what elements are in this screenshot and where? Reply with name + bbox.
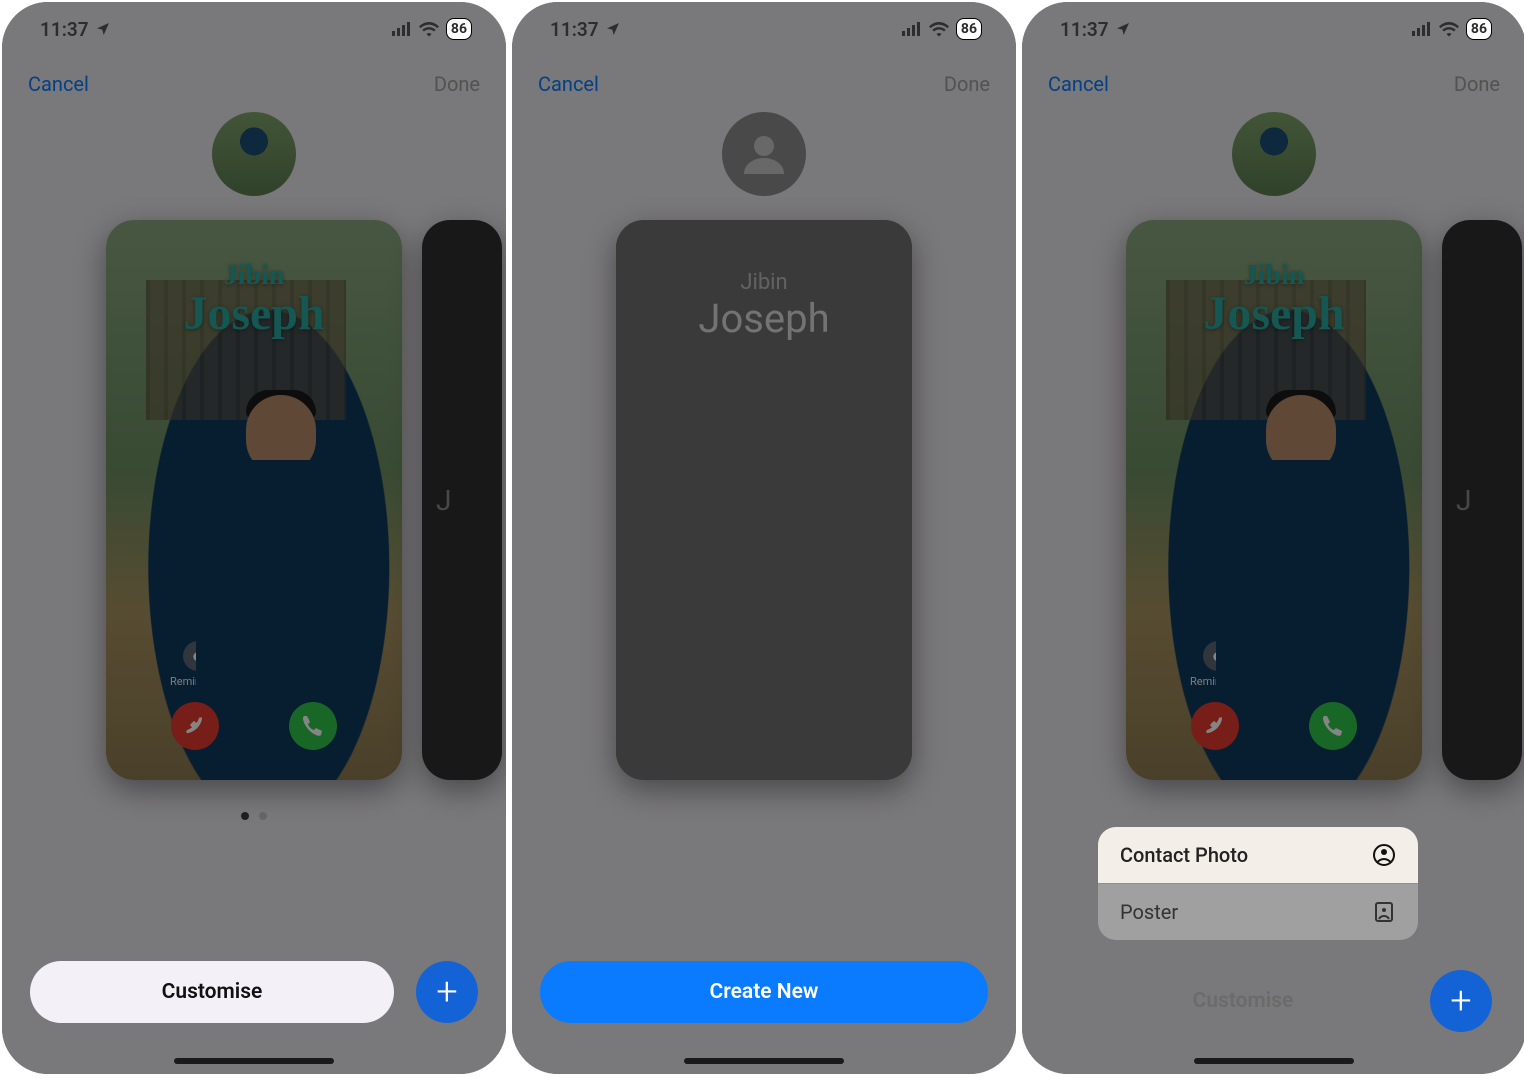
poster-photo-bg: Jibin Joseph Remind Me Message	[106, 220, 402, 780]
battery-indicator: 86	[956, 18, 982, 40]
call-options-row: Remind Me Message	[1126, 641, 1422, 688]
phone-screen-1: 11:37 86 Cancel Done	[2, 2, 506, 1074]
poster-carousel[interactable]: Jibin Joseph	[512, 220, 1016, 800]
home-indicator[interactable]	[684, 1058, 844, 1064]
create-new-button[interactable]: Create New	[540, 961, 988, 1023]
poster-card-next[interactable]: J	[422, 220, 502, 780]
add-button[interactable]: +	[416, 961, 478, 1023]
decline-call-button[interactable]	[1191, 702, 1239, 750]
status-bar: 11:37 86	[1022, 2, 1524, 56]
poster-card-next[interactable]: J	[1442, 220, 1522, 780]
done-button[interactable]: Done	[434, 72, 480, 96]
contact-last-name: Joseph	[106, 286, 402, 341]
page-dot	[241, 812, 249, 820]
cellular-signal-icon	[1412, 22, 1432, 36]
message-icon	[1321, 641, 1351, 671]
plus-icon: +	[1450, 979, 1471, 1023]
decline-call-button[interactable]	[171, 702, 219, 750]
cellular-signal-icon	[902, 22, 922, 36]
person-circle-icon	[1372, 843, 1396, 867]
status-time: 11:37	[1060, 18, 1109, 41]
page-dot	[259, 812, 267, 820]
poster-carousel[interactable]: Jibin Joseph Remind Me Message	[1022, 220, 1524, 800]
poster-carousel[interactable]: Jibin Joseph Remind Me Message	[2, 220, 506, 800]
contact-last-name: Joseph	[1126, 286, 1422, 341]
poster-icon	[1372, 900, 1396, 924]
battery-indicator: 86	[446, 18, 472, 40]
cancel-button[interactable]: Cancel	[28, 72, 89, 96]
done-button[interactable]: Done	[1454, 72, 1500, 96]
call-buttons-row	[106, 702, 402, 750]
accept-call-button[interactable]	[289, 702, 337, 750]
location-icon	[95, 21, 111, 37]
home-indicator[interactable]	[1194, 1058, 1354, 1064]
phone-screen-3: 11:37 86 Cancel Done	[1022, 2, 1524, 1074]
location-icon	[605, 21, 621, 37]
wifi-icon	[1439, 21, 1459, 37]
done-button[interactable]: Done	[944, 72, 990, 96]
contact-avatar[interactable]	[1232, 112, 1316, 196]
cancel-button[interactable]: Cancel	[1048, 72, 1109, 96]
status-bar: 11:37 86	[512, 2, 1016, 56]
call-buttons-row	[1126, 702, 1422, 750]
avatar-photo	[212, 112, 296, 196]
message-action[interactable]: Message	[1313, 641, 1358, 688]
location-icon	[1115, 21, 1131, 37]
nav-bar: Cancel Done	[512, 56, 1016, 112]
status-time: 11:37	[550, 18, 599, 41]
customise-button[interactable]: Customise	[30, 961, 394, 1023]
phone-screen-2: 11:37 86 Cancel Done Jibin Joseph	[512, 2, 1016, 1074]
remind-me-action[interactable]: Remind Me	[170, 641, 225, 688]
bottom-action-bar: Create New	[512, 952, 1016, 1032]
message-icon	[301, 641, 331, 671]
poster-name: Jibin Joseph	[1126, 260, 1422, 341]
page-indicator	[2, 812, 506, 820]
status-time: 11:37	[40, 18, 89, 41]
contact-last-name: Joseph	[698, 295, 829, 342]
bottom-action-bar: Customise +	[1022, 970, 1524, 1032]
battery-indicator: 86	[1466, 18, 1492, 40]
wifi-icon	[929, 21, 949, 37]
nav-bar: Cancel Done	[2, 56, 506, 112]
accept-call-button[interactable]	[1309, 702, 1357, 750]
option-contact-photo[interactable]: Contact Photo	[1098, 827, 1418, 883]
message-action[interactable]: Message	[293, 641, 338, 688]
alarm-icon	[1203, 641, 1233, 671]
alarm-icon	[183, 641, 213, 671]
status-bar: 11:37 86	[2, 2, 506, 56]
home-indicator[interactable]	[174, 1058, 334, 1064]
contact-first-name: Jibin	[740, 270, 787, 295]
person-icon	[740, 130, 788, 178]
plus-icon: +	[436, 970, 457, 1014]
option-poster[interactable]: Poster	[1098, 883, 1418, 940]
customise-label: Customise	[1056, 989, 1430, 1013]
cancel-button[interactable]: Cancel	[538, 72, 599, 96]
poster-card[interactable]: Jibin Joseph Remind Me Message	[106, 220, 402, 780]
contact-avatar[interactable]	[212, 112, 296, 196]
call-options-row: Remind Me Message	[106, 641, 402, 688]
add-button[interactable]: +	[1430, 970, 1492, 1032]
contact-avatar-placeholder[interactable]	[722, 112, 806, 196]
cellular-signal-icon	[392, 22, 412, 36]
nav-bar: Cancel Done	[1022, 56, 1524, 112]
poster-plain-bg: Jibin Joseph	[616, 220, 912, 780]
customise-options-popover: Contact Photo Poster	[1098, 827, 1418, 940]
poster-photo-bg: Jibin Joseph Remind Me Message	[1126, 220, 1422, 780]
poster-card-plain[interactable]: Jibin Joseph	[616, 220, 912, 780]
avatar-photo	[1232, 112, 1316, 196]
wifi-icon	[419, 21, 439, 37]
remind-me-action[interactable]: Remind Me	[1190, 641, 1245, 688]
poster-name: Jibin Joseph	[106, 260, 402, 341]
poster-card[interactable]: Jibin Joseph Remind Me Message	[1126, 220, 1422, 780]
bottom-action-bar: Customise +	[2, 952, 506, 1032]
